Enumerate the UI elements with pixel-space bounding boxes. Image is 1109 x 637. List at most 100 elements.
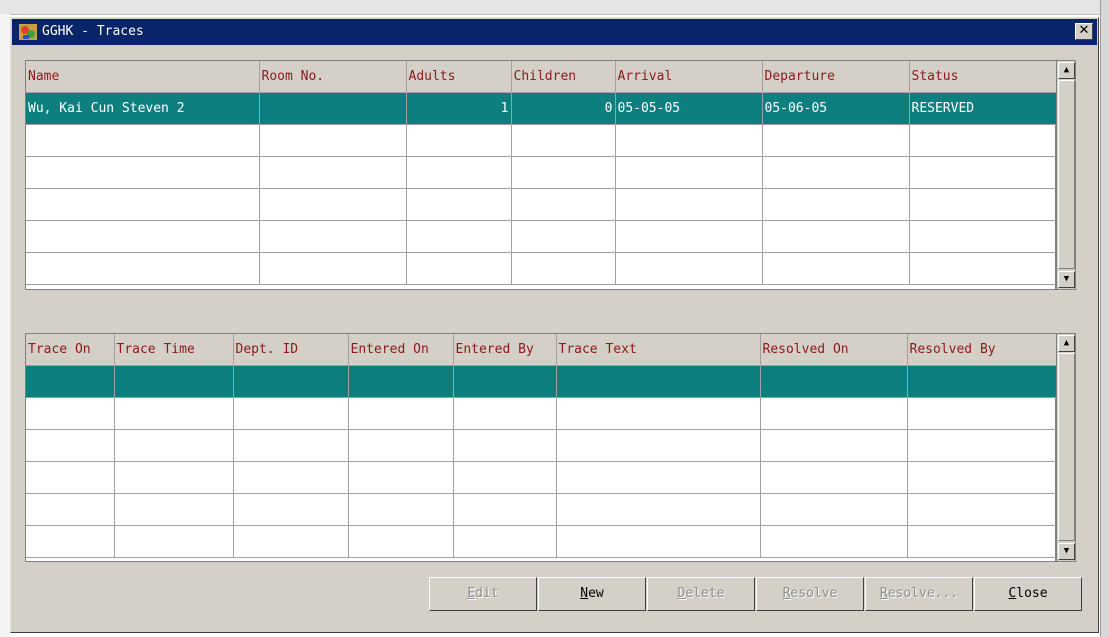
empty-cell[interactable] [556,397,761,430]
empty-cell[interactable] [556,365,761,398]
empty-cell[interactable] [760,397,908,430]
empty-cell[interactable] [907,461,1058,494]
empty-cell[interactable] [26,365,115,398]
close-window-button[interactable]: ✕ [1075,23,1093,40]
traces-scrollbar[interactable]: ▲ ▼ [1056,333,1076,562]
empty-cell[interactable] [453,493,557,526]
selected-trace-row[interactable] [26,365,1058,398]
empty-cell[interactable] [556,525,761,558]
resolve-button[interactable]: Resolve [756,577,864,611]
empty-trace-row[interactable] [26,493,1058,526]
empty-cell[interactable] [26,124,260,157]
new-button[interactable]: New [538,577,646,611]
empty-reservation-row[interactable] [26,188,1058,221]
empty-cell[interactable] [511,188,616,221]
empty-trace-row[interactable] [26,397,1058,430]
cell-departure[interactable]: 05-06-05 [762,92,910,125]
empty-cell[interactable] [26,493,115,526]
empty-cell[interactable] [615,188,763,221]
empty-cell[interactable] [114,429,234,462]
empty-cell[interactable] [762,188,910,221]
column-header[interactable]: Dept. ID [233,334,349,366]
empty-cell[interactable] [406,124,512,157]
edit-button[interactable]: Edit [429,577,537,611]
empty-cell[interactable] [907,525,1058,558]
column-header[interactable]: Resolved On [760,334,908,366]
empty-cell[interactable] [760,525,908,558]
empty-cell[interactable] [556,461,761,494]
empty-cell[interactable] [453,429,557,462]
empty-cell[interactable] [259,252,407,285]
column-header[interactable]: Entered On [348,334,454,366]
column-header[interactable]: Room No. [259,61,407,93]
empty-cell[interactable] [511,252,616,285]
reservation-scrollbar[interactable]: ▲ ▼ [1056,60,1076,290]
empty-cell[interactable] [907,493,1058,526]
empty-cell[interactable] [406,220,512,253]
cell-adults[interactable]: 1 [406,92,512,125]
empty-cell[interactable] [762,252,910,285]
scroll-up-arrow-icon[interactable]: ▲ [1058,62,1075,79]
empty-cell[interactable] [233,525,349,558]
empty-cell[interactable] [909,156,1058,189]
empty-cell[interactable] [511,156,616,189]
empty-cell[interactable] [26,188,260,221]
empty-reservation-row[interactable] [26,220,1058,253]
empty-cell[interactable] [615,252,763,285]
empty-cell[interactable] [760,493,908,526]
empty-reservation-row[interactable] [26,252,1058,285]
empty-cell[interactable] [511,124,616,157]
empty-cell[interactable] [259,156,407,189]
scroll-thumb[interactable] [1058,353,1075,541]
empty-cell[interactable] [26,525,115,558]
cell-name[interactable]: Wu, Kai Cun Steven 2 [26,92,260,125]
reservation-row[interactable]: Wu, Kai Cun Steven 2 1 0 05-05-05 05-06-05 RE… [26,92,1058,125]
column-header[interactable]: Trace Text [556,334,761,366]
empty-cell[interactable] [348,397,454,430]
empty-cell[interactable] [233,461,349,494]
empty-cell[interactable] [615,156,763,189]
empty-cell[interactable] [348,493,454,526]
empty-cell[interactable] [760,429,908,462]
empty-trace-row[interactable] [26,525,1058,558]
column-header[interactable]: Trace On [26,334,115,366]
empty-cell[interactable] [909,252,1058,285]
empty-cell[interactable] [909,188,1058,221]
empty-cell[interactable] [556,429,761,462]
empty-reservation-row[interactable] [26,156,1058,189]
empty-cell[interactable] [348,525,454,558]
empty-cell[interactable] [453,461,557,494]
column-header[interactable]: Departure [762,61,910,93]
empty-trace-row[interactable] [26,461,1058,494]
empty-cell[interactable] [259,220,407,253]
empty-cell[interactable] [907,365,1058,398]
scroll-up-arrow-icon[interactable]: ▲ [1058,335,1075,352]
scroll-down-arrow-icon[interactable]: ▼ [1058,271,1075,288]
empty-cell[interactable] [233,365,349,398]
empty-cell[interactable] [348,461,454,494]
empty-cell[interactable] [406,156,512,189]
resolve-more-button[interactable]: Resolve... [865,577,973,611]
empty-cell[interactable] [26,429,115,462]
empty-cell[interactable] [26,156,260,189]
empty-cell[interactable] [453,365,557,398]
empty-cell[interactable] [556,493,761,526]
column-header[interactable]: Status [909,61,1058,93]
empty-cell[interactable] [114,461,234,494]
empty-cell[interactable] [259,188,407,221]
column-header[interactable]: Adults [406,61,512,93]
empty-cell[interactable] [615,124,763,157]
column-header[interactable]: Children [511,61,616,93]
empty-reservation-row[interactable] [26,124,1058,157]
empty-cell[interactable] [453,525,557,558]
column-header[interactable]: Name [26,61,260,93]
empty-cell[interactable] [615,220,763,253]
column-header[interactable]: Resolved By [907,334,1058,366]
column-header[interactable]: Trace Time [114,334,234,366]
empty-cell[interactable] [26,461,115,494]
empty-cell[interactable] [348,365,454,398]
empty-cell[interactable] [114,493,234,526]
empty-cell[interactable] [233,397,349,430]
scroll-down-arrow-icon[interactable]: ▼ [1058,543,1075,560]
empty-cell[interactable] [907,397,1058,430]
